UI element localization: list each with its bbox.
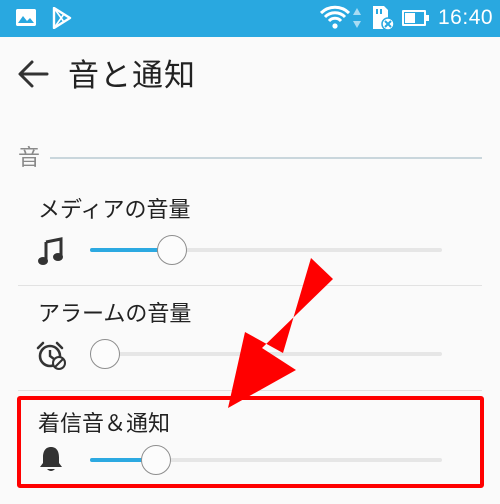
highlight-box [17, 396, 484, 488]
alarm-volume-slider[interactable] [90, 334, 442, 374]
clock-time: 16:40 [438, 6, 494, 29]
app-header: 音と通知 [0, 37, 500, 113]
divider [18, 390, 482, 391]
alarm-icon [36, 341, 66, 370]
section-header-sound: 音 [18, 146, 41, 171]
music-note-icon [38, 237, 63, 265]
back-arrow-icon[interactable] [17, 58, 49, 90]
setting-media-volume: メディアの音量 [0, 186, 500, 286]
play-store-icon [52, 7, 72, 29]
setting-title: アラームの音量 [38, 302, 192, 327]
divider [18, 285, 482, 286]
status-bar: 16:40 [0, 0, 500, 37]
wifi-icon [320, 5, 350, 29]
slider-thumb[interactable] [157, 235, 188, 265]
setting-title: メディアの音量 [38, 198, 191, 223]
image-notification-icon [16, 9, 36, 26]
section-divider [50, 157, 482, 159]
media-volume-slider[interactable] [90, 230, 442, 270]
sd-card-error-icon [373, 6, 395, 31]
page-title: 音と通知 [68, 58, 196, 94]
slider-thumb[interactable] [90, 339, 120, 369]
battery-icon [402, 10, 429, 26]
data-activity-icon [353, 8, 361, 28]
setting-alarm-volume: アラームの音量 [0, 290, 500, 390]
